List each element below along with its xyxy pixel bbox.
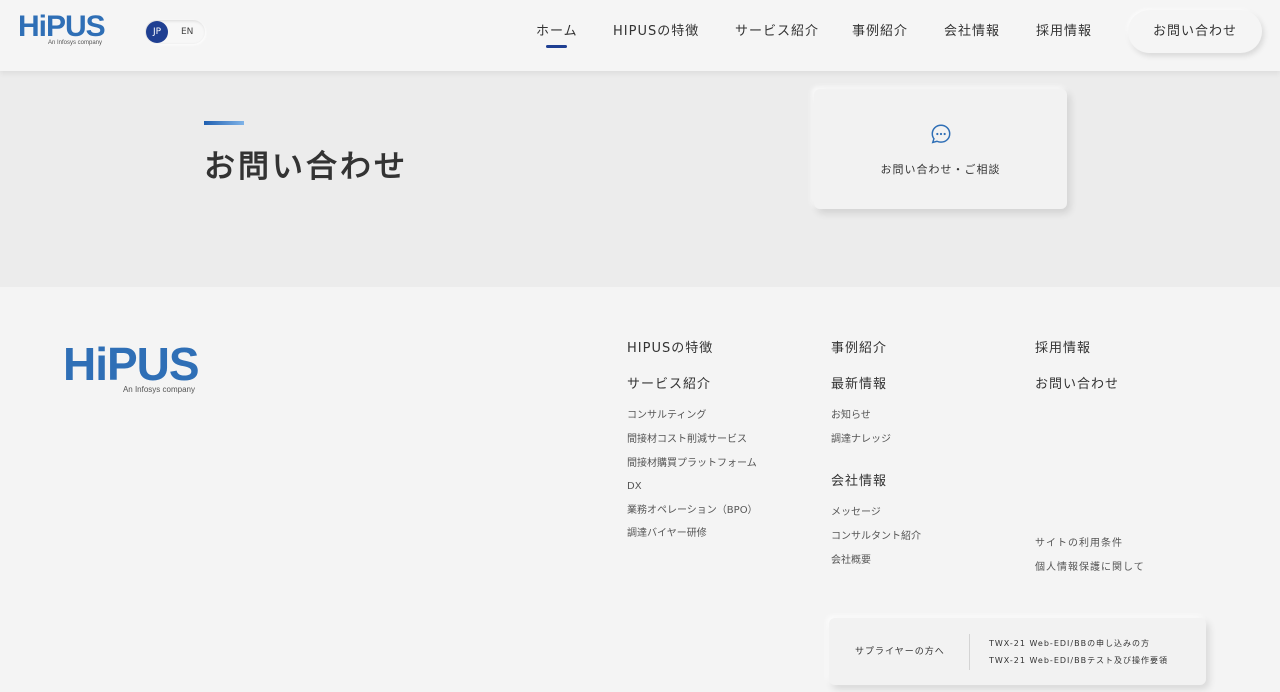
title-accent-bar: [204, 121, 244, 125]
footer-link-notices[interactable]: お知らせ: [831, 409, 871, 423]
footer-link-features[interactable]: HIPUSの特徴: [627, 340, 713, 358]
footer-link-purchasing-platform[interactable]: 間接材購買プラットフォーム: [627, 457, 757, 471]
nav-features[interactable]: HIPUSの特徴: [613, 22, 699, 42]
logo-text: HiPUS: [18, 10, 106, 43]
footer-link-terms[interactable]: サイトの利用条件: [1035, 537, 1123, 551]
nav-home[interactable]: ホーム: [536, 22, 578, 42]
page-title: お問い合わせ: [204, 149, 408, 185]
consult-card[interactable]: お問い合わせ・ご相談: [814, 89, 1067, 209]
footer-link-dx[interactable]: DX: [627, 480, 642, 494]
nav-cases[interactable]: 事例紹介: [852, 22, 908, 42]
lang-jp-option[interactable]: JP: [146, 21, 168, 43]
nav-services[interactable]: サービス紹介: [735, 22, 819, 42]
supplier-title: サプライヤーの方へ: [855, 647, 945, 657]
footer-link-consultants[interactable]: コンサルタント紹介: [831, 530, 921, 544]
footer-link-consulting[interactable]: コンサルティング: [627, 409, 706, 423]
supplier-divider: [969, 634, 970, 670]
nav-active-indicator: [546, 45, 567, 48]
nav-recruit[interactable]: 採用情報: [1036, 22, 1092, 42]
footer-link-company[interactable]: 会社情報: [831, 473, 887, 491]
footer-link-company-overview[interactable]: 会社概要: [831, 554, 871, 568]
chat-bubble-icon: [931, 124, 951, 144]
supplier-link-manual[interactable]: TWX-21 Web-EDI/BBテスト及び操作要領: [989, 655, 1168, 666]
footer-link-services[interactable]: サービス紹介: [627, 376, 711, 394]
lang-en-option[interactable]: EN: [181, 20, 193, 44]
footer-link-cases[interactable]: 事例紹介: [831, 340, 887, 358]
consult-card-label: お問い合わせ・ご相談: [880, 163, 1001, 176]
footer-link-bpo[interactable]: 業務オペレーション（BPO）: [627, 504, 758, 518]
logo-subtitle: An Infosys company: [47, 40, 102, 46]
footer-link-privacy[interactable]: 個人情報保護に関して: [1035, 561, 1145, 575]
footer-logo-subtitle: An Infosys company: [122, 385, 195, 394]
contact-button[interactable]: お問い合わせ: [1128, 10, 1262, 53]
footer-link-message[interactable]: メッセージ: [831, 506, 881, 520]
footer-link-recruit[interactable]: 採用情報: [1035, 340, 1091, 358]
site-header: HiPUS An Infosys company JP EN ホーム HIPUS…: [0, 0, 1280, 71]
site-footer: HiPUS An Infosys company HIPUSの特徴 サービス紹介…: [0, 287, 1280, 692]
nav-company[interactable]: 会社情報: [944, 22, 1000, 42]
supplier-card: サプライヤーの方へ TWX-21 Web-EDI/BBの申し込みの方 TWX-2…: [829, 618, 1206, 685]
hero-section: お問い合わせ お問い合わせ・ご相談: [0, 71, 1280, 287]
footer-link-contact[interactable]: お問い合わせ: [1035, 376, 1119, 394]
footer-link-knowledge[interactable]: 調達ナレッジ: [831, 433, 891, 447]
footer-link-buyer-training[interactable]: 調達バイヤー研修: [627, 527, 707, 541]
supplier-link-application[interactable]: TWX-21 Web-EDI/BBの申し込みの方: [989, 638, 1150, 649]
language-toggle[interactable]: JP EN: [145, 20, 205, 44]
footer-link-news[interactable]: 最新情報: [831, 376, 887, 394]
footer-logo[interactable]: HiPUS An Infosys company: [63, 338, 200, 397]
footer-logo-text: HiPUS: [63, 338, 200, 390]
header-logo[interactable]: HiPUS An Infosys company: [18, 10, 106, 50]
footer-link-cost-reduction[interactable]: 間接材コスト削減サービス: [627, 433, 747, 447]
